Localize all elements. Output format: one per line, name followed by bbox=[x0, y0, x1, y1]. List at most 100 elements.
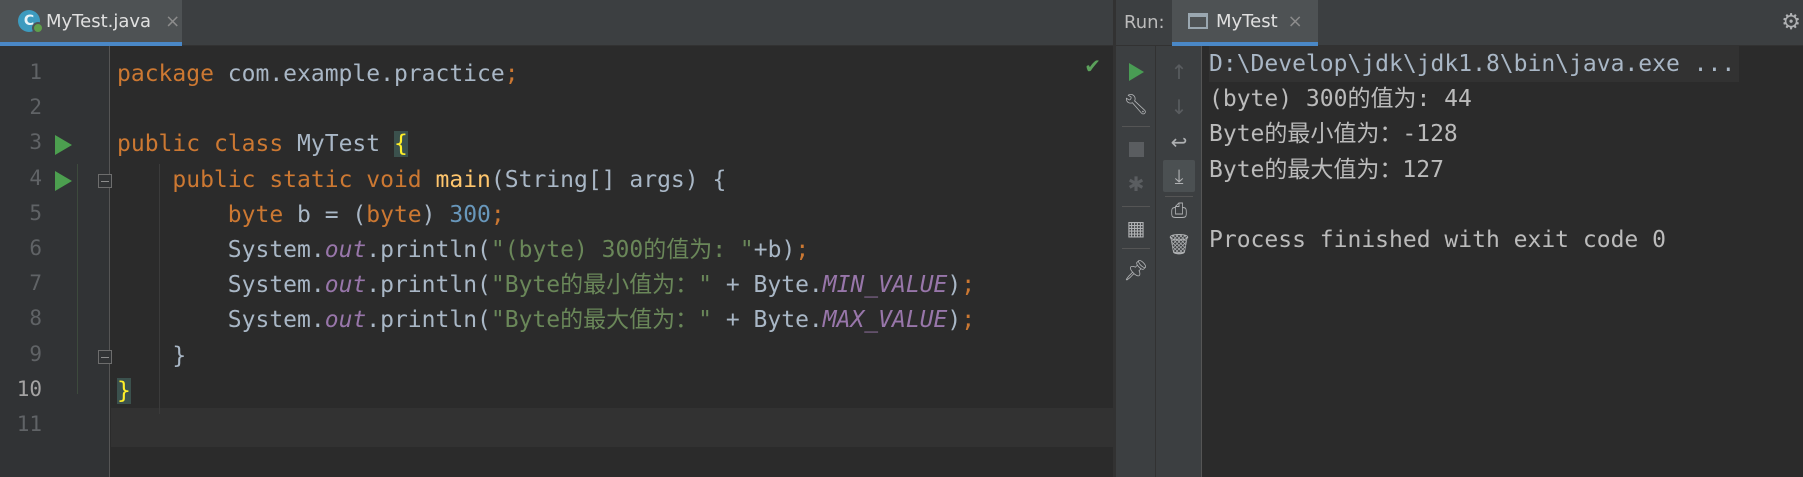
code-line: byte b = (byte) 300; bbox=[117, 197, 505, 233]
line-number: 5 bbox=[29, 200, 42, 225]
code-token: out bbox=[324, 237, 367, 263]
console-tab-icon bbox=[1188, 13, 1208, 29]
editor-tab-label: MyTest.java bbox=[46, 10, 152, 32]
code-token: ; bbox=[490, 201, 505, 228]
code-token: { bbox=[393, 131, 408, 158]
line-number: 9 bbox=[29, 341, 42, 366]
run-tool-window: Run: MyTest × ⚙ 🔧︎ ✱ ▦ 📌︎ ↑ ↓ ↩ ⤓ ⎙ 🗑︎ D… bbox=[1116, 0, 1803, 477]
code-line: package com.example.practice; bbox=[117, 56, 519, 92]
code-token: MAX_VALUE bbox=[822, 307, 948, 334]
editor-tab-mytest[interactable]: MyTest.java × bbox=[0, 0, 182, 46]
editor-tab-bar: MyTest.java × bbox=[0, 0, 1113, 46]
run-title: Run: bbox=[1124, 12, 1165, 33]
fold-toggle-icon[interactable] bbox=[98, 173, 112, 188]
line-number: 2 bbox=[29, 95, 42, 120]
code-line: System.out.println("Byte的最大值为：" + Byte.M… bbox=[117, 302, 975, 338]
editor-pane: MyTest.java × 1 2 3 4 5 6 7 8 9 10 11 ✔ package co… bbox=[0, 0, 1113, 477]
debug-icon[interactable]: ✱ bbox=[1120, 168, 1152, 200]
run-header: Run: MyTest × ⚙ bbox=[1116, 0, 1803, 46]
close-tab-icon[interactable]: × bbox=[165, 11, 180, 32]
no-problems-check-icon[interactable]: ✔ bbox=[1084, 54, 1101, 78]
code-token: + Byte. bbox=[711, 272, 823, 299]
code-token: } bbox=[117, 377, 131, 404]
code-line: System.out.println("Byte的最小值为：" + Byte.M… bbox=[117, 267, 975, 303]
toolbar-separator bbox=[1122, 248, 1150, 249]
code-line: public static void main(String[] args) { bbox=[117, 162, 726, 198]
code-token: System. bbox=[117, 307, 325, 334]
code-token: public bbox=[117, 131, 214, 158]
run-toolbar-primary: 🔧︎ ✱ ▦ 📌︎ bbox=[1116, 46, 1156, 477]
java-class-icon bbox=[18, 10, 44, 34]
code-token: + Byte. bbox=[711, 307, 823, 334]
code-token: 300 bbox=[449, 201, 491, 228]
toolbar-separator bbox=[1122, 206, 1150, 207]
up-arrow-icon[interactable]: ↑ bbox=[1163, 56, 1195, 88]
scroll-to-end-icon[interactable]: ⤓ bbox=[1163, 160, 1195, 192]
layout-icon[interactable]: ▦ bbox=[1120, 212, 1152, 244]
line-number: 7 bbox=[29, 271, 42, 296]
rerun-icon[interactable] bbox=[1120, 56, 1152, 88]
console-line: Byte的最大值为：127 bbox=[1209, 156, 1444, 183]
toolbar-separator bbox=[1122, 126, 1150, 127]
close-run-tab-icon[interactable]: × bbox=[1288, 11, 1303, 32]
code-token: .println( bbox=[366, 272, 491, 299]
line-number: 8 bbox=[29, 306, 42, 331]
code-token: "(byte) 300的值为: " bbox=[490, 237, 754, 263]
console-output[interactable]: D:\Develop\jdk\jdk1.8\bin\java.exe ... (b… bbox=[1202, 46, 1803, 477]
code-line: } bbox=[117, 338, 186, 374]
code-token: ; bbox=[961, 307, 976, 334]
code-editor[interactable]: ✔ package com.example.practice; public cl… bbox=[77, 46, 1113, 477]
run-gutter-icon[interactable] bbox=[55, 135, 72, 156]
run-tab-label: MyTest bbox=[1216, 10, 1278, 32]
stop-icon[interactable] bbox=[1120, 133, 1152, 165]
line-number: 11 bbox=[16, 412, 42, 436]
code-token: ) bbox=[947, 272, 962, 299]
code-token: MyTest bbox=[297, 131, 394, 158]
code-token: ) bbox=[947, 307, 962, 334]
run-tab-mytest[interactable]: MyTest × bbox=[1172, 0, 1318, 46]
code-token: ; bbox=[504, 61, 519, 87]
trash-icon[interactable]: 🗑︎ bbox=[1163, 228, 1195, 260]
line-number: 1 bbox=[29, 60, 42, 84]
wrench-icon[interactable]: 🔧︎ bbox=[1120, 88, 1152, 120]
code-token: void bbox=[366, 166, 436, 193]
pin-icon[interactable]: 📌︎ bbox=[1120, 254, 1152, 286]
code-token: MIN_VALUE bbox=[822, 272, 948, 299]
code-token: byte bbox=[117, 201, 298, 228]
line-number: 4 bbox=[29, 165, 42, 190]
code-token: System. bbox=[117, 237, 325, 263]
code-token: +b) bbox=[753, 237, 796, 263]
console-line: Process finished with exit code 0 bbox=[1209, 227, 1666, 253]
line-number: 10 bbox=[16, 376, 42, 401]
soft-wrap-icon[interactable]: ↩ bbox=[1163, 126, 1195, 158]
code-token: } bbox=[117, 342, 187, 369]
code-token: "Byte的最大值为：" bbox=[490, 307, 712, 334]
code-token: "Byte的最小值为：" bbox=[490, 272, 712, 299]
current-line-highlight bbox=[111, 408, 1113, 447]
code-token: byte bbox=[366, 201, 422, 228]
down-arrow-icon[interactable]: ↓ bbox=[1163, 91, 1195, 123]
fold-guide bbox=[77, 164, 78, 394]
console-command-line: D:\Develop\jdk\jdk1.8\bin\java.exe ... bbox=[1209, 46, 1740, 82]
console-line: (byte) 300的值为: 44 bbox=[1209, 86, 1472, 113]
code-line: public class MyTest { bbox=[117, 126, 408, 162]
code-token: b = ( bbox=[297, 201, 367, 228]
code-token: .println( bbox=[366, 237, 491, 263]
code-token: public bbox=[117, 166, 270, 193]
code-token: ; bbox=[795, 237, 810, 263]
run-gutter-icon[interactable] bbox=[55, 170, 72, 191]
code-token: static bbox=[269, 166, 367, 193]
line-number: 6 bbox=[29, 236, 42, 260]
print-icon[interactable]: ⎙ bbox=[1163, 194, 1195, 226]
fold-toggle-icon[interactable] bbox=[98, 349, 112, 364]
code-token: .println( bbox=[366, 307, 491, 334]
code-token: ; bbox=[961, 272, 976, 299]
code-token: main bbox=[435, 166, 491, 193]
code-line: System.out.println("(byte) 300的值为: "+b); bbox=[117, 232, 809, 268]
code-token: ) bbox=[421, 201, 450, 228]
code-token: class bbox=[213, 131, 298, 158]
code-token: System. bbox=[117, 272, 325, 299]
code-token: com.example.practice bbox=[227, 61, 505, 87]
code-line: } bbox=[117, 373, 131, 409]
gear-icon[interactable]: ⚙ bbox=[1781, 10, 1801, 35]
